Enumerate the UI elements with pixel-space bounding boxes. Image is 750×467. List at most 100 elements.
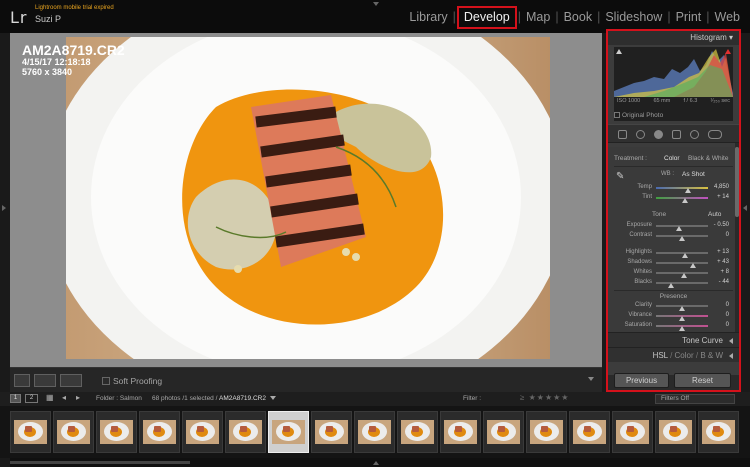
collapse-arrow-icon[interactable] xyxy=(729,338,733,344)
filmstrip-thumbnail[interactable] xyxy=(225,411,266,453)
image-viewer[interactable]: AM2A8719.CR2 4/15/17 12:18:18 5760 x 384… xyxy=(10,33,602,367)
filmstrip-thumbnail[interactable] xyxy=(354,411,395,453)
primary-window-button[interactable]: 1 xyxy=(10,394,21,403)
panel-scrollbar-thumb[interactable] xyxy=(735,147,739,217)
hsl-tab[interactable]: HSL xyxy=(653,351,668,360)
filmstrip-thumbnail[interactable] xyxy=(440,411,481,453)
module-web[interactable]: Web xyxy=(711,10,744,29)
shadows-slider-thumb[interactable] xyxy=(689,263,696,268)
top-panel-toggle-icon[interactable] xyxy=(373,2,379,6)
shadows-slider-track[interactable] xyxy=(656,262,708,264)
secondary-window-button[interactable]: 2 xyxy=(25,394,38,403)
blacks-slider-track[interactable] xyxy=(656,282,708,284)
rating-filter-stars-icon[interactable]: ≥ ★★★★★ xyxy=(520,393,569,402)
toolbar-options-icon[interactable] xyxy=(588,377,594,381)
folder-source[interactable]: Folder : Salmon xyxy=(96,395,142,402)
filmstrip-thumbnail[interactable] xyxy=(10,411,51,453)
exposure-value[interactable]: - 0.50 xyxy=(714,222,729,228)
tint-slider-thumb[interactable] xyxy=(682,198,689,203)
grid-view-icon[interactable]: ▦ xyxy=(46,393,54,402)
reset-button[interactable]: Reset xyxy=(674,373,731,388)
filmstrip-thumbnail[interactable] xyxy=(53,411,94,453)
filters-dropdown[interactable]: Filters Off xyxy=(655,394,735,404)
left-panel-toggle-icon[interactable] xyxy=(2,205,6,211)
module-slideshow[interactable]: Slideshow xyxy=(601,10,666,29)
red-eye-icon[interactable] xyxy=(654,130,663,139)
filmstrip-scrollbar-thumb[interactable] xyxy=(10,461,190,464)
highlights-slider-thumb[interactable] xyxy=(682,253,689,258)
module-library[interactable]: Library xyxy=(405,10,451,29)
auto-tone-button[interactable]: Auto xyxy=(708,211,721,218)
tone-curve-panel-header[interactable]: Tone Curve xyxy=(608,332,739,347)
filmstrip-thumbnail[interactable] xyxy=(182,411,223,453)
adjustment-brush-icon[interactable] xyxy=(708,130,722,139)
whites-slider-thumb[interactable] xyxy=(681,273,688,278)
clarity-value[interactable]: 0 xyxy=(726,302,729,308)
filmstrip-thumbnail[interactable] xyxy=(698,411,739,453)
collapse-arrow-icon[interactable] xyxy=(729,353,733,359)
treatment-color-option[interactable]: Color xyxy=(664,155,680,162)
original-photo-toggle[interactable]: Original Photo xyxy=(614,112,663,119)
exposure-slider-thumb[interactable] xyxy=(676,226,683,231)
source-dropdown-icon[interactable] xyxy=(270,396,276,400)
radial-filter-icon[interactable] xyxy=(690,130,699,139)
user-name[interactable]: Suzi P xyxy=(35,14,61,24)
loupe-view-button[interactable] xyxy=(14,374,30,387)
graduated-filter-icon[interactable] xyxy=(672,130,681,139)
whites-value[interactable]: + 8 xyxy=(720,269,729,275)
selected-filename[interactable]: AM2A8719.CR2 xyxy=(219,395,266,402)
color-tab[interactable]: Color xyxy=(675,351,694,360)
filmstrip[interactable] xyxy=(0,406,750,458)
right-panel-toggle-icon[interactable] xyxy=(743,205,747,211)
module-book[interactable]: Book xyxy=(560,10,597,29)
temp-slider-track[interactable] xyxy=(656,187,708,189)
vibrance-slider-thumb[interactable] xyxy=(679,316,685,321)
shadow-clipping-icon[interactable] xyxy=(616,49,622,54)
filmstrip-thumbnail[interactable] xyxy=(139,411,180,453)
forward-arrow-icon[interactable]: ▸ xyxy=(76,393,80,402)
shadows-value[interactable]: + 43 xyxy=(717,259,729,265)
original-photo-checkbox[interactable] xyxy=(614,112,620,119)
highlight-clipping-icon[interactable] xyxy=(725,49,731,54)
clarity-slider-thumb[interactable] xyxy=(679,306,685,311)
main-photo[interactable] xyxy=(66,37,550,359)
spot-removal-icon[interactable] xyxy=(636,130,645,139)
contrast-slider-thumb[interactable] xyxy=(679,236,685,241)
filmstrip-thumbnail[interactable] xyxy=(569,411,610,453)
module-develop[interactable]: Develop xyxy=(456,6,517,29)
filmstrip-thumbnail[interactable] xyxy=(526,411,567,453)
module-print[interactable]: Print xyxy=(672,10,706,29)
histogram-header[interactable]: Histogram ▾ xyxy=(608,31,739,45)
previous-button[interactable]: Previous xyxy=(614,373,669,388)
contrast-value[interactable]: 0 xyxy=(726,232,729,238)
blacks-value[interactable]: - 44 xyxy=(719,279,729,285)
wb-preset-dropdown[interactable]: As Shot xyxy=(682,171,705,178)
temp-value[interactable]: 4,850 xyxy=(714,184,729,190)
blacks-slider-thumb[interactable] xyxy=(667,283,674,288)
soft-proofing-checkbox[interactable] xyxy=(102,377,110,385)
module-map[interactable]: Map xyxy=(522,10,554,29)
filmstrip-thumbnail[interactable] xyxy=(655,411,696,453)
bw-tab[interactable]: B & W xyxy=(700,351,723,360)
eyedropper-icon[interactable]: ✎ xyxy=(616,171,624,182)
saturation-value[interactable]: 0 xyxy=(726,322,729,328)
histogram[interactable] xyxy=(614,47,733,121)
crop-tool-icon[interactable] xyxy=(618,130,627,139)
tint-value[interactable]: + 14 xyxy=(717,194,729,200)
before-after-swap-button[interactable] xyxy=(60,374,82,387)
saturation-slider-thumb[interactable] xyxy=(679,326,685,331)
filmstrip-thumbnail[interactable] xyxy=(311,411,352,453)
vibrance-value[interactable]: 0 xyxy=(726,312,729,318)
filmstrip-scrollbar[interactable] xyxy=(10,458,750,467)
filmstrip-thumbnail[interactable] xyxy=(96,411,137,453)
filmstrip-thumbnail[interactable] xyxy=(612,411,653,453)
trial-status[interactable]: Lightroom mobile trial expired xyxy=(35,5,114,11)
bottom-panel-toggle-icon[interactable] xyxy=(373,461,379,465)
hsl-panel-header[interactable]: HSL / Color / B & W xyxy=(608,347,739,362)
treatment-bw-option[interactable]: Black & White xyxy=(688,155,728,162)
temp-slider-thumb[interactable] xyxy=(685,188,692,193)
highlights-value[interactable]: + 13 xyxy=(717,249,729,255)
back-arrow-icon[interactable]: ◂ xyxy=(62,393,66,402)
filmstrip-thumbnail[interactable] xyxy=(268,411,309,453)
filmstrip-thumbnail[interactable] xyxy=(397,411,438,453)
